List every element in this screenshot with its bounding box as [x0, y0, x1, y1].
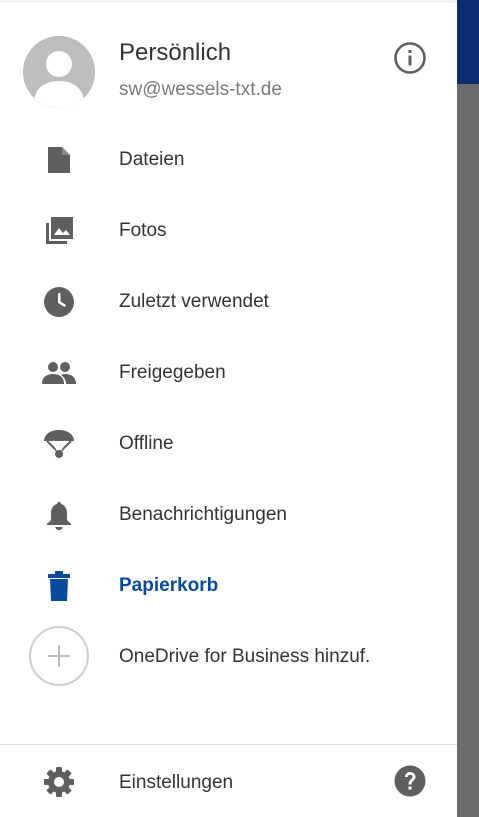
account-email: sw@wessels-txt.de — [119, 79, 282, 100]
plus-icon — [48, 645, 70, 667]
avatar[interactable] — [23, 36, 95, 108]
menu-item-add-onedrive-business[interactable]: OneDrive for Business hinzuf. — [0, 621, 457, 692]
person-icon — [23, 36, 95, 108]
status-strip — [0, 0, 457, 3]
menu-item-papierkorb[interactable]: Papierkorb — [0, 550, 457, 621]
menu-item-label: Dateien — [119, 149, 185, 170]
menu-item-freigegeben[interactable]: Freigegeben — [0, 337, 457, 408]
menu-item-benachrichtigungen[interactable]: Benachrichtigungen — [0, 479, 457, 550]
menu-item-offline[interactable]: Offline — [0, 408, 457, 479]
file-icon — [40, 145, 78, 175]
menu-item-label: Fotos — [119, 220, 167, 241]
settings-item[interactable]: Einstellungen — [0, 745, 457, 817]
menu-item-label: OneDrive for Business hinzuf. — [119, 646, 371, 667]
menu-item-fotos[interactable]: Fotos — [0, 195, 457, 266]
account-name[interactable]: Persönlich — [119, 39, 231, 67]
menu-item-label: Benachrichtigungen — [119, 504, 287, 525]
photos-icon — [40, 216, 78, 246]
menu-item-label: Zuletzt verwendet — [119, 291, 269, 312]
clock-icon — [40, 287, 78, 317]
menu-item-label: Papierkorb — [119, 575, 219, 596]
menu-item-dateien[interactable]: Dateien — [0, 124, 457, 195]
app-bar-behind-drawer — [457, 0, 479, 84]
trash-icon — [40, 571, 78, 601]
help-icon — [394, 765, 426, 797]
app-backdrop-scrim[interactable] — [457, 0, 479, 817]
navigation-drawer: Persönlich sw@wessels-txt.de Dateien Fot… — [0, 0, 457, 817]
info-icon — [394, 42, 426, 74]
menu-item-label: Offline — [119, 433, 174, 454]
help-button[interactable] — [393, 764, 427, 798]
menu-item-label: Freigegeben — [119, 362, 226, 383]
info-button[interactable] — [393, 41, 427, 75]
add-account-circle — [29, 626, 89, 686]
menu-item-zuletzt-verwendet[interactable]: Zuletzt verwendet — [0, 266, 457, 337]
settings-label: Einstellungen — [119, 772, 234, 793]
offline-parachute-icon — [40, 429, 78, 459]
gear-icon — [42, 765, 76, 799]
people-icon — [40, 358, 78, 388]
bell-icon — [40, 500, 78, 530]
